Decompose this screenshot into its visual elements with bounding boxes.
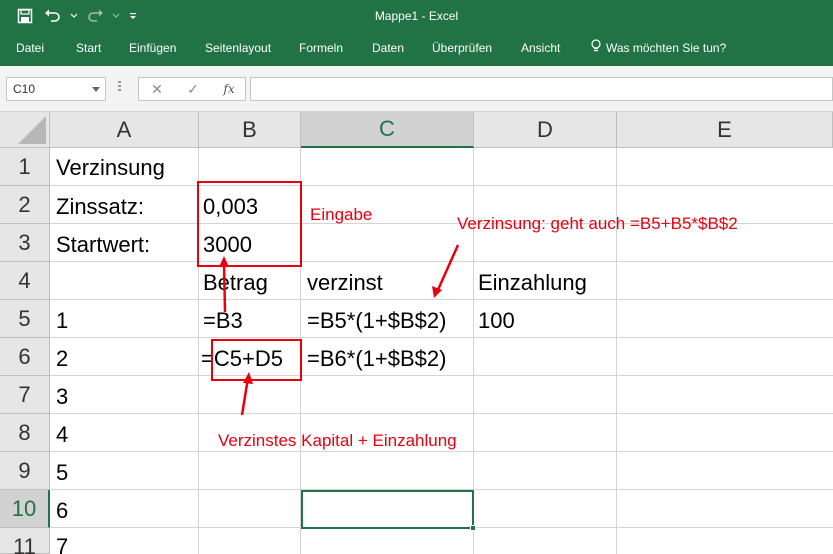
arrow-up-to-formula-icon [240,372,253,416]
arrow-down-to-verzinst-icon [432,244,460,298]
annotation-arrows [219,244,460,416]
arrow-up-to-input-icon [219,256,229,313]
